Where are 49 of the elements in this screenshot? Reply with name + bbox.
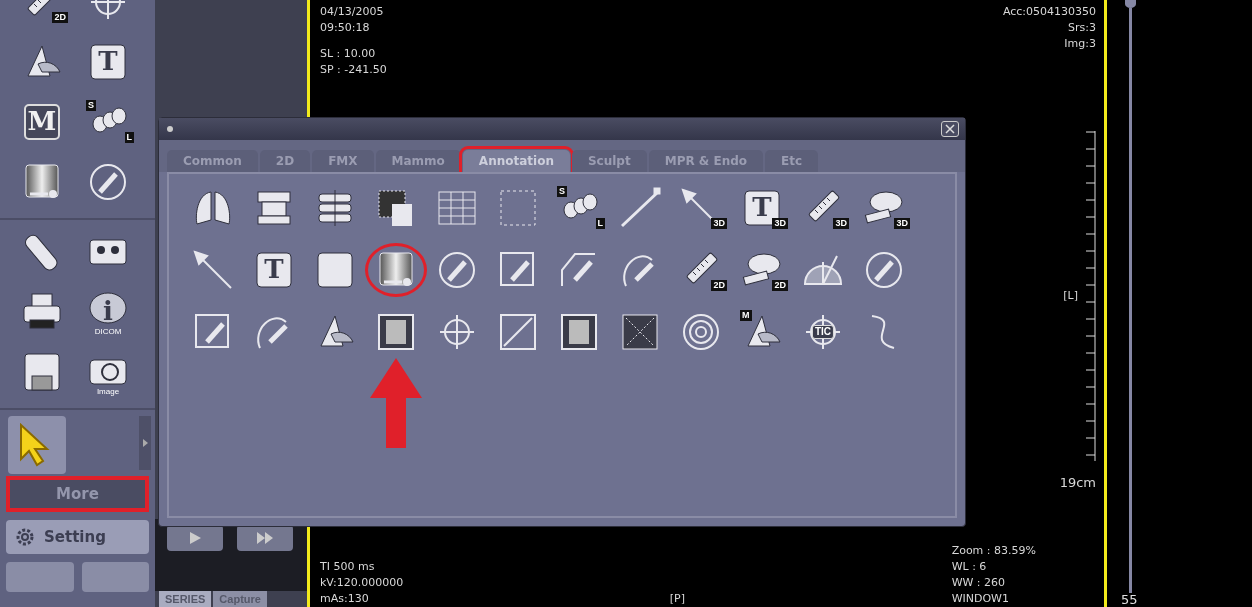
slider-track[interactable]	[1129, 8, 1132, 593]
pointer-tool-button[interactable]	[8, 416, 66, 474]
overlay-text: WL : 6	[951, 559, 987, 575]
overlay-text: Zoom : 83.59%	[951, 543, 1036, 559]
play-icon	[187, 530, 203, 546]
overlay-text: kV:120.000000	[320, 575, 404, 591]
tape-tool-button[interactable]: 3D	[856, 184, 912, 232]
overlay-text: 09:50:18	[320, 20, 370, 36]
ruler-tool-button[interactable]: 2D	[673, 246, 729, 294]
dot-icon	[167, 126, 173, 132]
info-tool-button[interactable]: i DICOM	[80, 288, 136, 336]
tape-tool-button[interactable]: 2D	[734, 246, 790, 294]
overlay-text: mAs:130	[320, 591, 369, 607]
close-button[interactable]	[941, 121, 959, 137]
tile-tool-button[interactable]: T	[246, 246, 302, 294]
close-icon	[945, 124, 955, 134]
fast-forward-button[interactable]	[237, 525, 293, 551]
setting-button[interactable]: Setting	[6, 520, 149, 554]
overlay-text: 04/13/2005	[320, 4, 384, 20]
spine-tool-button[interactable]: S L	[80, 98, 136, 146]
overlay-text: SL : 10.00	[320, 46, 376, 62]
ruler-tool-button[interactable]: 3D	[795, 184, 851, 232]
slider-reading: 55	[1121, 593, 1138, 607]
overlay-text: Acc:0504130350	[1002, 4, 1096, 20]
triangle-icon	[142, 439, 148, 447]
settings-icon	[14, 526, 36, 548]
arrow-line-tool-button[interactable]: 3D	[673, 184, 729, 232]
xray-tool-button[interactable]	[368, 246, 424, 294]
play-button[interactable]	[167, 525, 223, 551]
ruler-tool-button[interactable]: 2D	[14, 0, 70, 26]
camera-tool-button[interactable]: Image	[80, 348, 136, 396]
orientation-label: [L]	[1063, 287, 1078, 304]
dark-tile-tool-button[interactable]: M	[14, 98, 70, 146]
fast-forward-icon	[255, 530, 275, 546]
tile-tool-button[interactable]: T	[80, 38, 136, 86]
dotted-ruler-icon	[618, 186, 662, 230]
expand-button[interactable]	[139, 416, 151, 470]
overlay-text: TI 500 ms	[320, 559, 375, 575]
overlay-text: WW : 260	[951, 575, 1006, 591]
protractor-tool-button[interactable]: M	[734, 308, 790, 356]
crosshair-tool-button[interactable]: TIC	[795, 308, 851, 356]
overlay-text: SP : -241.50	[320, 62, 387, 78]
overlay-text: WINDOW1	[951, 591, 1009, 607]
overlay-text: Img:3	[1064, 36, 1096, 52]
orientation-label: [P]	[669, 591, 685, 607]
overlay-text: Srs:3	[1068, 20, 1096, 36]
scale-label: 19cm	[1059, 474, 1096, 491]
spine-tool-button[interactable]: S L	[551, 184, 607, 232]
slider-thumb[interactable]	[1125, 0, 1136, 8]
